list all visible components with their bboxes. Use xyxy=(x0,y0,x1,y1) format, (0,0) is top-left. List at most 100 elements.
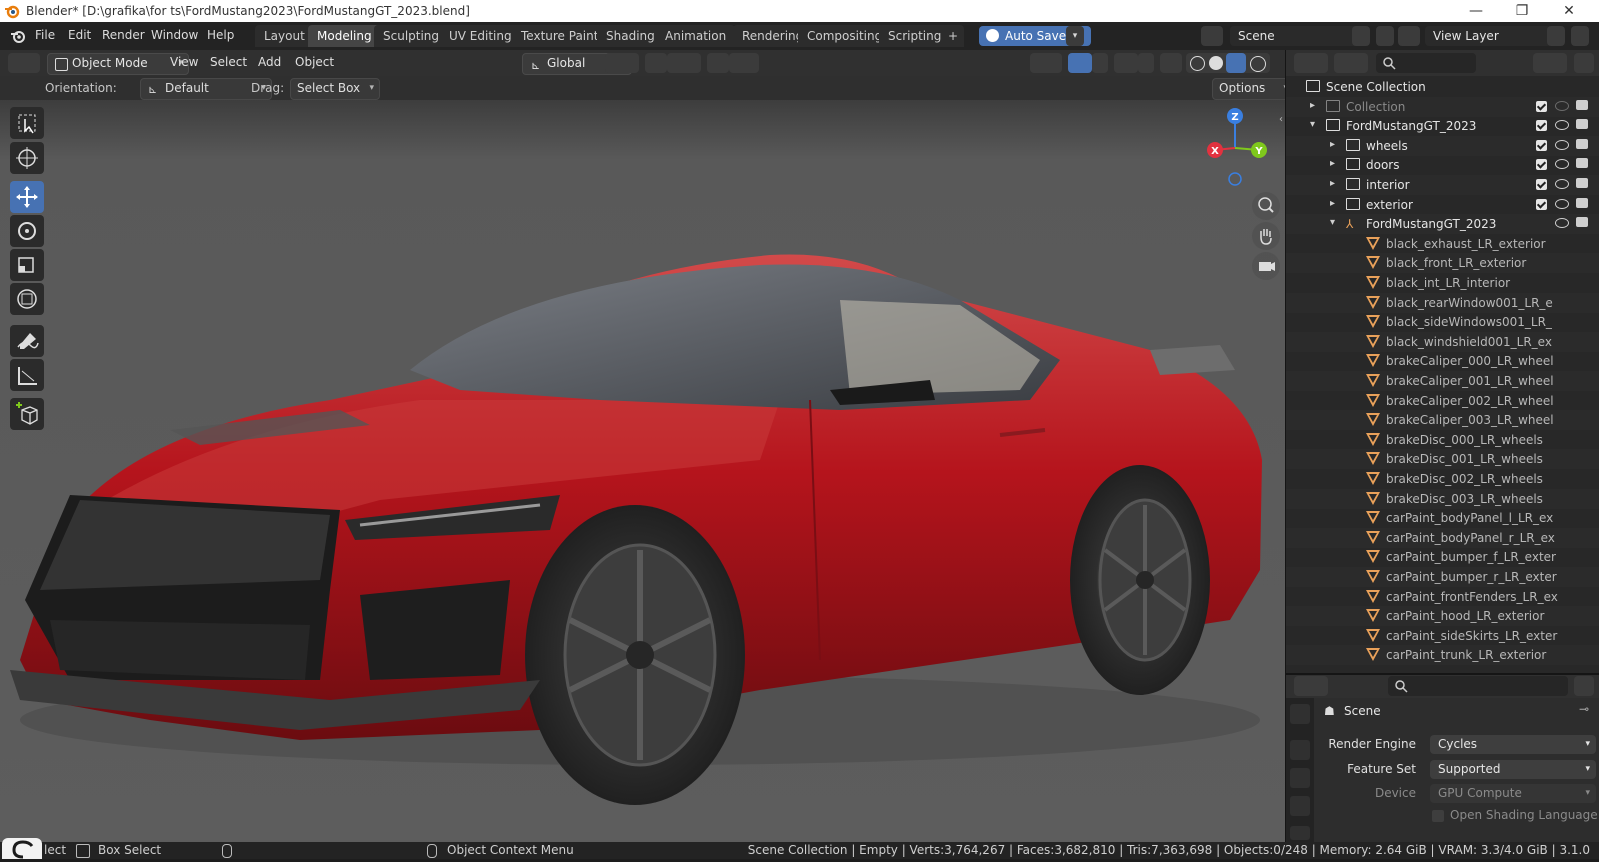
outliner-collection-row[interactable]: ▸ Collection xyxy=(1286,96,1599,117)
filter-icon[interactable] xyxy=(1533,53,1567,73)
menu-file[interactable]: File xyxy=(35,28,55,42)
menu-add[interactable]: Add xyxy=(258,55,281,69)
transform-tool[interactable] xyxy=(10,283,44,315)
outliner-object-row[interactable]: black_front_LR_exterior xyxy=(1286,253,1599,274)
expand-arrow-icon[interactable]: ▸ xyxy=(1330,198,1335,209)
outliner-object-row[interactable]: brakeCaliper_002_LR_wheel xyxy=(1286,391,1599,411)
output-tab-icon[interactable] xyxy=(1290,768,1310,788)
outliner-search-input[interactable] xyxy=(1376,53,1476,73)
menu-render[interactable]: Render xyxy=(102,28,145,42)
minimize-button[interactable]: — xyxy=(1453,0,1499,22)
properties-editor-type-icon[interactable] xyxy=(1294,676,1328,696)
outliner-object-row[interactable]: carPaint_bumper_r_LR_exter xyxy=(1286,567,1599,587)
wireframe-shading-icon[interactable] xyxy=(1190,56,1205,71)
tab-sculpting[interactable]: Sculpting xyxy=(374,25,449,47)
feature-set-dropdown[interactable]: Supported ▾ xyxy=(1430,760,1596,779)
maximize-button[interactable]: ❐ xyxy=(1499,0,1545,22)
render-camera-icon[interactable] xyxy=(1576,119,1588,130)
proportional-edit-icon[interactable] xyxy=(707,53,729,73)
zoom-view-button[interactable] xyxy=(1252,192,1280,220)
sidebar-toggle-icon[interactable]: ‹ xyxy=(1279,114,1283,125)
eye-icon[interactable] xyxy=(1555,218,1569,229)
collapse-arrow-icon[interactable]: ▾ xyxy=(1310,119,1315,130)
osl-checkbox[interactable] xyxy=(1432,810,1444,822)
eye-icon[interactable] xyxy=(1555,139,1569,150)
outliner-object-row[interactable]: brakeDisc_003_LR_wheels xyxy=(1286,488,1599,509)
tab-scripting[interactable]: Scripting xyxy=(879,25,951,47)
gizmo-dropdown-icon[interactable] xyxy=(1092,53,1108,73)
outliner-object-row[interactable]: black_rearWindow001_LR_e xyxy=(1286,292,1599,313)
expand-arrow-icon[interactable]: ▸ xyxy=(1330,139,1335,150)
render-tab-icon[interactable] xyxy=(1290,740,1310,760)
outliner-object-row[interactable]: carPaint_bumper_f_LR_exter xyxy=(1286,547,1599,567)
outliner-collection-row[interactable]: ▸ wheels xyxy=(1286,135,1599,156)
remove-view-layer-icon[interactable] xyxy=(1571,26,1589,46)
menu-object[interactable]: Object xyxy=(295,55,334,69)
rendered-shading-icon[interactable] xyxy=(1250,56,1266,72)
area-divider-h[interactable] xyxy=(1286,673,1599,675)
tab-uv-editing[interactable]: UV Editing xyxy=(440,25,521,47)
expand-arrow-icon[interactable]: ▸ xyxy=(1330,158,1335,169)
area-divider[interactable] xyxy=(1285,50,1286,842)
outliner-object-row[interactable]: carPaint_sideSkirts_LR_exter xyxy=(1286,626,1599,646)
annotate-tool[interactable] xyxy=(10,325,44,357)
exclude-checkbox[interactable] xyxy=(1536,100,1547,112)
snap-toggle-icon[interactable] xyxy=(645,53,667,73)
render-camera-icon[interactable] xyxy=(1576,217,1588,228)
outliner-object-row[interactable]: brakeDisc_000_LR_wheels xyxy=(1286,430,1599,450)
cursor-tool[interactable] xyxy=(10,142,44,174)
eye-icon[interactable] xyxy=(1555,100,1569,111)
outliner-object-row[interactable]: black_windshield001_LR_ex xyxy=(1286,331,1599,352)
view-layer-icon[interactable] xyxy=(1398,26,1420,46)
shading-mode-group[interactable] xyxy=(1186,53,1270,73)
outliner-collection-row[interactable]: ▸ doors xyxy=(1286,155,1599,175)
scene-tab-icon[interactable] xyxy=(1290,826,1310,840)
drag-dropdown[interactable]: Select Box ▾ xyxy=(290,78,380,100)
camera-view-button[interactable] xyxy=(1252,252,1280,280)
outliner-object-row[interactable]: carPaint_trunk_LR_exterior xyxy=(1286,645,1599,666)
xray-toggle-icon[interactable] xyxy=(1160,53,1182,73)
tab-modeling[interactable]: Modeling xyxy=(308,25,381,47)
outliner-object-row[interactable]: carPaint_bodyPanel_l_LR_ex xyxy=(1286,508,1599,528)
render-camera-icon[interactable] xyxy=(1576,178,1588,188)
render-engine-dropdown[interactable]: Cycles ▾ xyxy=(1430,735,1596,754)
expand-arrow-icon[interactable]: ▸ xyxy=(1310,100,1315,111)
object-mode-dropdown[interactable]: Object Mode ▾ xyxy=(47,53,189,75)
pivot-point-icon[interactable] xyxy=(605,53,639,73)
outliner-collection-row[interactable]: ▸ exterior xyxy=(1286,195,1599,215)
eye-icon[interactable] xyxy=(1555,120,1569,131)
menu-edit[interactable]: Edit xyxy=(68,28,91,42)
render-camera-icon[interactable] xyxy=(1576,158,1588,169)
material-preview-shading-icon[interactable] xyxy=(1226,53,1246,73)
gizmo-toggle-icon[interactable] xyxy=(1068,53,1092,73)
tab-layout[interactable]: Layout xyxy=(255,25,314,47)
outliner-editor-type-icon[interactable] xyxy=(1294,53,1328,73)
outliner-object-row[interactable]: brakeDisc_002_LR_wheels xyxy=(1286,469,1599,489)
outliner-object-row[interactable]: brakeCaliper_003_LR_wheel xyxy=(1286,410,1599,431)
select-box-tool[interactable] xyxy=(10,107,44,139)
view-layer-tab-icon[interactable] xyxy=(1290,796,1310,816)
outliner-object-row[interactable]: carPaint_bodyPanel_r_LR_ex xyxy=(1286,527,1599,548)
menu-select[interactable]: Select xyxy=(210,55,247,69)
pin-icon[interactable]: ⊸ xyxy=(1579,702,1589,716)
tab-texture-paint[interactable]: Texture Paint xyxy=(512,25,608,47)
expand-arrow-icon[interactable]: ▸ xyxy=(1330,178,1335,189)
visibility-filter-icon[interactable] xyxy=(1030,53,1062,73)
view-layer-name-field[interactable]: View Layer xyxy=(1425,26,1551,46)
scene-name-field[interactable]: Scene xyxy=(1230,26,1358,46)
outliner-object-row[interactable]: black_sideWindows001_LR_ xyxy=(1286,312,1599,332)
overlays-toggle-icon[interactable] xyxy=(1114,53,1138,73)
outliner-object-row[interactable]: brakeCaliper_000_LR_wheel xyxy=(1286,351,1599,371)
exclude-checkbox[interactable] xyxy=(1536,179,1547,190)
options-dropdown[interactable]: Options ▾ xyxy=(1212,78,1294,100)
menu-view[interactable]: View xyxy=(170,55,198,69)
3d-viewport[interactable]: Z X Y ‹ xyxy=(0,100,1286,842)
blender-launcher-icon[interactable] xyxy=(2,838,42,859)
measure-tool[interactable] xyxy=(10,359,44,391)
rotate-tool[interactable] xyxy=(10,215,44,247)
exclude-checkbox[interactable] xyxy=(1536,120,1547,132)
new-collection-icon[interactable] xyxy=(1574,53,1594,73)
snap-target-icon[interactable] xyxy=(667,53,701,73)
render-camera-icon[interactable] xyxy=(1576,99,1588,110)
outliner-row[interactable]: Scene Collection xyxy=(1286,77,1599,97)
